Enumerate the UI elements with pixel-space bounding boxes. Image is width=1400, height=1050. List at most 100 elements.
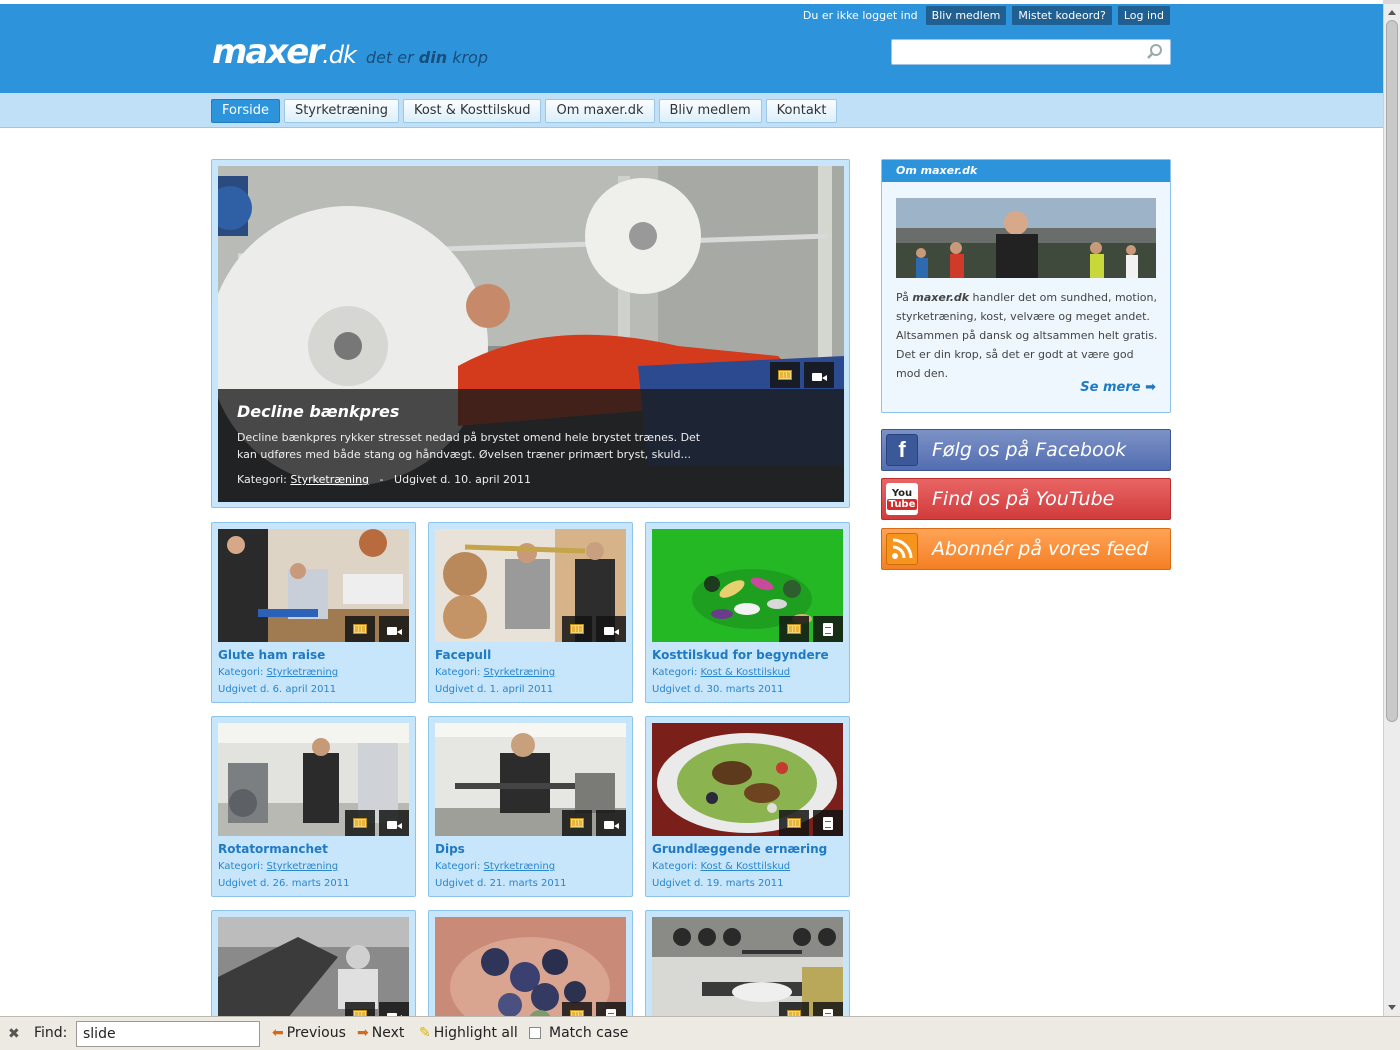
article-category: Kategori: Styrketræning <box>218 861 338 872</box>
article-card[interactable]: Facepull Kategori: Styrketræning Udgivet… <box>428 522 633 703</box>
article-category: Kategori: Styrketræning <box>435 861 555 872</box>
film-icon <box>562 1002 592 1016</box>
film-icon <box>345 1002 375 1016</box>
close-icon[interactable]: ✖ <box>8 1026 20 1042</box>
youtube-button[interactable]: You Tube Find os på YouTube <box>881 478 1171 520</box>
featured-article[interactable]: Decline bænkpres Decline bænkpres rykker… <box>211 159 850 508</box>
article-card[interactable]: Glute ham raise Kategori: Styrketræning … <box>211 522 416 703</box>
article-card[interactable]: Kosttilskud for begyndere Kategori: Kost… <box>645 522 850 703</box>
article-thumbnail[interactable] <box>652 529 843 642</box>
video-camera-icon <box>596 616 626 642</box>
feature-category-link[interactable]: Styrketræning <box>290 473 369 486</box>
youtube-icon: You Tube <box>886 483 918 515</box>
user-bar: Du er ikke logget ind Bliv medlem Mistet… <box>801 6 1170 25</box>
nav-bliv-medlem[interactable]: Bliv medlem <box>658 99 762 123</box>
category-label: Kategori: <box>237 473 287 486</box>
nav-kost[interactable]: Kost & Kosttilskud <box>402 99 542 123</box>
youtube-icon-top: You <box>891 488 913 499</box>
youtube-label: Find os på YouTube <box>932 488 1115 510</box>
about-heading: Om maxer.dk <box>882 160 1170 182</box>
article-title[interactable]: Facepull <box>435 648 491 662</box>
search-icon[interactable] <box>1146 43 1164 61</box>
document-icon <box>813 616 843 642</box>
tagline-post: krop <box>447 48 488 67</box>
scrollbar-thumb[interactable] <box>1386 20 1398 722</box>
site-logo[interactable]: maxer .dk det er din krop <box>212 32 488 72</box>
search-input[interactable] <box>891 39 1171 65</box>
about-brand: maxer.dk <box>912 291 970 304</box>
highlight-all-button[interactable]: ✎ Highlight all <box>419 1025 518 1041</box>
nav-kontakt[interactable]: Kontakt <box>765 99 838 123</box>
article-title[interactable]: Glute ham raise <box>218 648 325 662</box>
rss-icon <box>886 533 918 565</box>
match-case-label: Match case <box>549 1025 629 1041</box>
film-icon <box>562 810 592 836</box>
arrow-right-icon: ➡ <box>357 1025 369 1041</box>
facebook-label: Følg os på Facebook <box>932 439 1127 461</box>
article-card[interactable]: Grundlæggende ernæring Kategori: Kost & … <box>645 716 850 897</box>
article-thumbnail[interactable] <box>218 723 409 836</box>
facebook-icon: f <box>886 434 918 466</box>
film-icon <box>779 810 809 836</box>
category-link[interactable]: Styrketræning <box>484 861 556 872</box>
nav-forside[interactable]: Forside <box>211 99 280 123</box>
category-link[interactable]: Styrketræning <box>484 667 556 678</box>
match-case-checkbox[interactable]: Match case <box>529 1025 628 1041</box>
find-next-button[interactable]: ➡ Next <box>357 1025 404 1041</box>
category-label: Kategori: <box>652 861 698 872</box>
feature-description: Decline bænkpres rykker stresset nedad p… <box>237 431 701 461</box>
category-link[interactable]: Kost & Kosttilskud <box>701 667 791 678</box>
article-date: Udgivet d. 6. april 2011 <box>218 684 337 695</box>
category-label: Kategori: <box>435 861 481 872</box>
runners-photo <box>896 198 1156 278</box>
facebook-button[interactable]: f Følg os på Facebook <box>881 429 1171 471</box>
rss-button[interactable]: Abonnér på vores feed <box>881 528 1171 570</box>
checkbox-icon[interactable] <box>529 1027 541 1039</box>
article-title[interactable]: Rotatormanchet <box>218 842 328 856</box>
see-more-label: Se mere <box>1080 380 1141 395</box>
article-card[interactable] <box>211 910 416 1016</box>
become-member-button[interactable]: Bliv medlem <box>925 6 1007 25</box>
article-category: Kategori: Kost & Kosttilskud <box>652 667 790 678</box>
article-card[interactable] <box>645 910 850 1016</box>
find-input[interactable]: slide <box>76 1021 260 1047</box>
article-thumbnail[interactable] <box>435 917 626 1016</box>
article-card[interactable]: Rotatormanchet Kategori: Styrketræning U… <box>211 716 416 897</box>
about-text: På maxer.dk handler det om sundhed, moti… <box>896 288 1160 383</box>
article-title[interactable]: Dips <box>435 842 465 856</box>
lost-password-button[interactable]: Mistet kodeord? <box>1012 6 1112 25</box>
article-card[interactable] <box>428 910 633 1016</box>
about-box: Om maxer.dk På maxer.dk handler det om s… <box>881 159 1171 413</box>
category-link[interactable]: Kost & Kosttilskud <box>701 861 791 872</box>
nav-om[interactable]: Om maxer.dk <box>545 99 655 123</box>
find-previous-button[interactable]: ⬅ Previous <box>272 1025 346 1041</box>
featured-image[interactable]: Decline bænkpres Decline bænkpres rykker… <box>218 166 844 502</box>
nav-styrketraening[interactable]: Styrketræning <box>283 99 399 123</box>
article-thumbnail[interactable] <box>652 917 843 1016</box>
article-category: Kategori: Styrketræning <box>435 667 555 678</box>
about-post: handler det om sundhed, motion, styrketr… <box>896 291 1158 380</box>
feature-title[interactable]: Decline bænkpres <box>237 402 399 421</box>
feature-media-badges <box>770 362 834 388</box>
article-thumbnail[interactable] <box>652 723 843 836</box>
login-button[interactable]: Log ind <box>1117 6 1170 25</box>
article-title[interactable]: Kosttilskud for begyndere <box>652 648 829 662</box>
article-thumbnail[interactable] <box>218 529 409 642</box>
article-thumbnail[interactable] <box>435 529 626 642</box>
scroll-down-icon[interactable] <box>1388 1005 1396 1010</box>
article-title[interactable]: Grundlæggende ernæring <box>652 842 827 856</box>
article-thumbnail[interactable] <box>218 917 409 1016</box>
article-category: Kategori: Kost & Kosttilskud <box>652 861 790 872</box>
category-link[interactable]: Styrketræning <box>267 861 339 872</box>
document-icon <box>813 810 843 836</box>
category-label: Kategori: <box>218 861 264 872</box>
highlighter-icon: ✎ <box>419 1025 431 1041</box>
scroll-up-icon[interactable] <box>1388 10 1396 15</box>
site-header: Du er ikke logget ind Bliv medlem Mistet… <box>0 4 1383 93</box>
category-link[interactable]: Styrketræning <box>267 667 339 678</box>
article-card[interactable]: Dips Kategori: Styrketræning Udgivet d. … <box>428 716 633 897</box>
see-more-link[interactable]: Se mere ➡ <box>1080 380 1156 395</box>
article-thumbnail[interactable] <box>435 723 626 836</box>
vertical-scrollbar[interactable] <box>1383 4 1400 1016</box>
feature-meta: Kategori: Styrketræning - Udgivet d. 10.… <box>237 473 531 486</box>
